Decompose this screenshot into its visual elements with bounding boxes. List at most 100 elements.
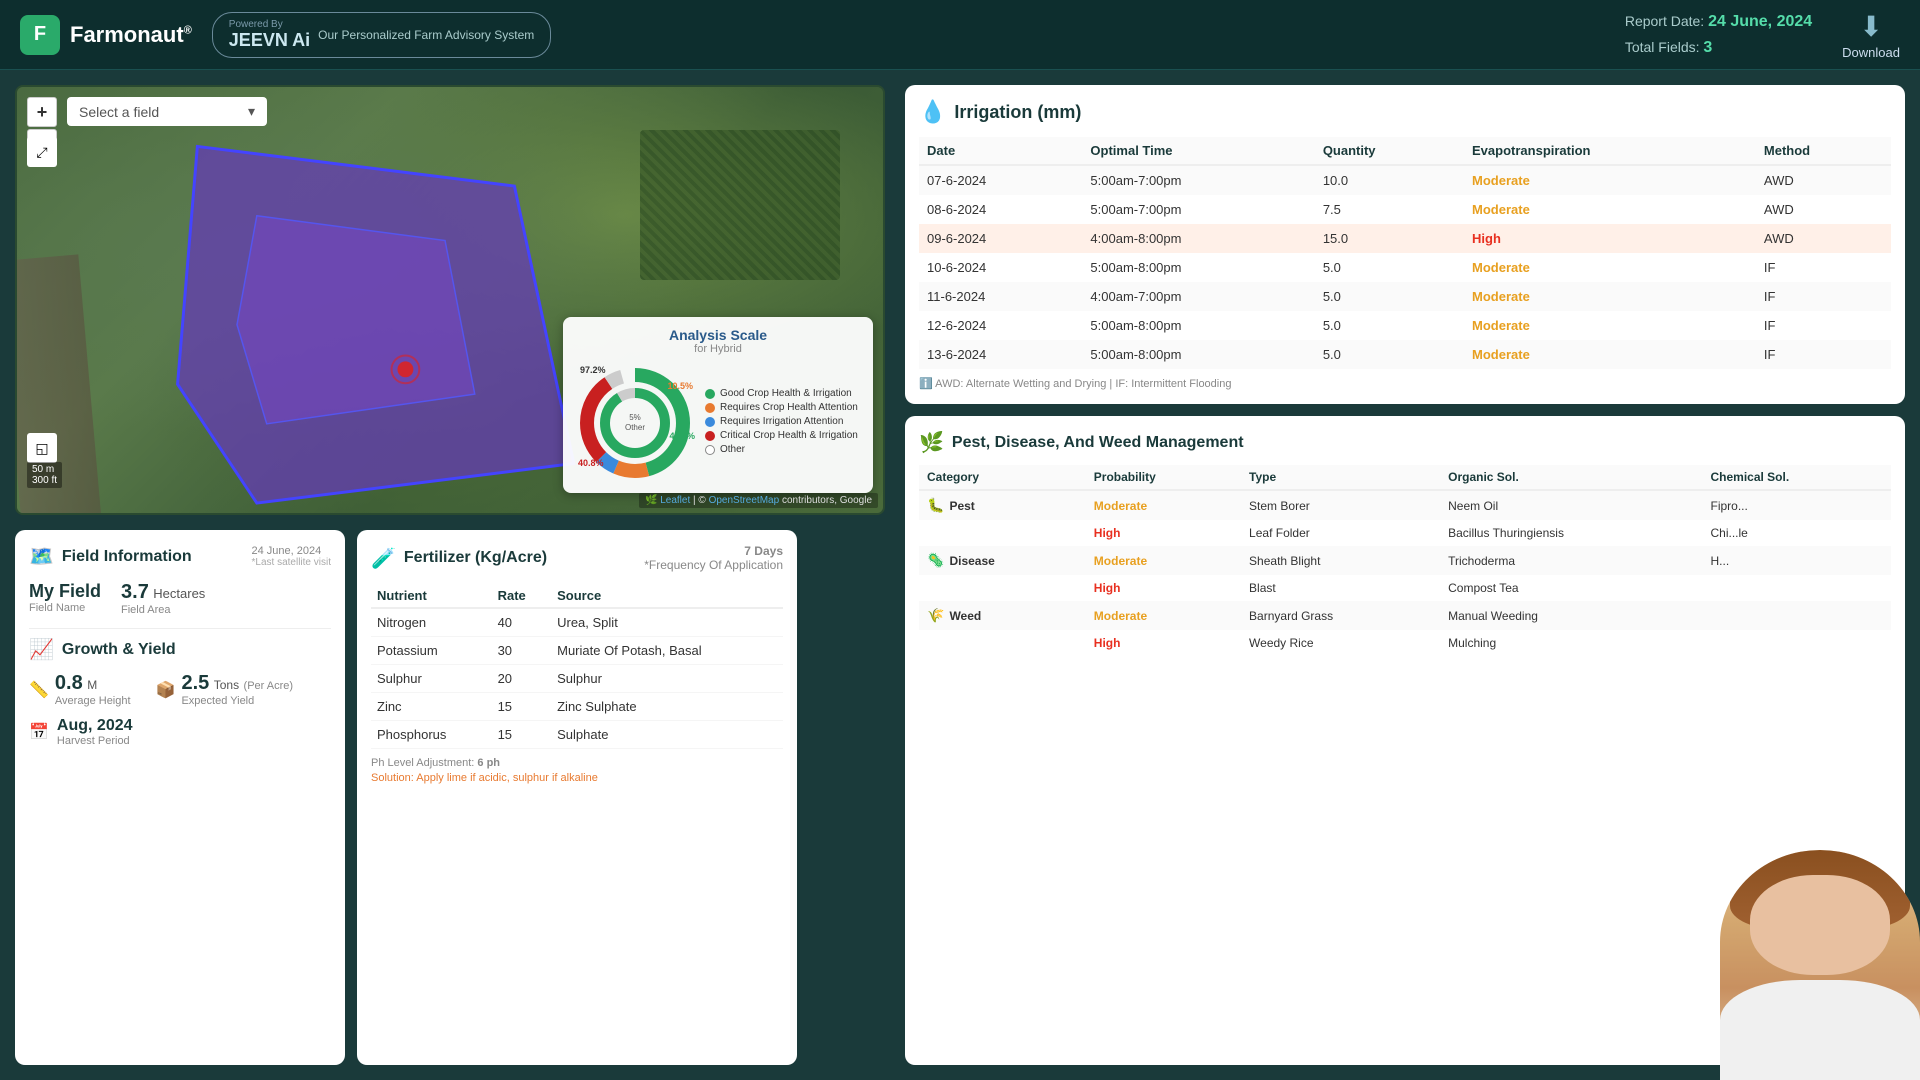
pest-row: 🐛Pest Moderate Stem Borer Neem Oil Fipro… — [919, 490, 1891, 520]
harvest-icon: 📅 — [29, 722, 49, 742]
irrigation-table: Date Optimal Time Quantity Evapotranspir… — [919, 137, 1891, 369]
pest-organic: Compost Tea — [1440, 575, 1702, 601]
legend-dot-requires-irr — [705, 417, 715, 427]
irr-method: AWD — [1756, 224, 1891, 253]
pest-organic: Trichoderma — [1440, 546, 1702, 575]
map-container: Analysis Scale for Hybrid — [15, 85, 885, 515]
irr-method: AWD — [1756, 195, 1891, 224]
fert-nutrient: Nitrogen — [371, 608, 492, 637]
analysis-legend: Good Crop Health & Irrigation Requires C… — [705, 388, 861, 458]
category-icon: 🦠 — [927, 552, 944, 569]
ph-note: Ph Level Adjustment: 6 ph — [371, 757, 783, 769]
fert-rate: 40 — [492, 608, 552, 637]
irr-col-date: Date — [919, 137, 1082, 165]
legend-item-other: Other — [705, 444, 861, 455]
map-background: Analysis Scale for Hybrid — [17, 87, 883, 513]
bottom-row: 🗺️ Field Information 24 June, 2024 *Last… — [0, 530, 900, 1080]
growth-title: Growth & Yield — [62, 641, 176, 659]
irr-qty: 5.0 — [1315, 311, 1464, 340]
irr-row: 11-6-2024 4:00am-7:00pm 5.0 Moderate IF — [919, 282, 1891, 311]
download-icon: ⬇ — [1859, 10, 1882, 43]
field-name-block: My Field Field Name — [29, 581, 101, 614]
analysis-scale-subtitle: for Hybrid — [575, 343, 861, 355]
legend-dot-good — [705, 389, 715, 399]
field-details-row: My Field Field Name 3.7 Hectares Field A… — [29, 581, 331, 616]
fertilizer-header: 🧪 Fertilizer (Kg/Acre) 7 Days *Frequency… — [371, 544, 783, 572]
field-area-block: 3.7 Hectares Field Area — [121, 581, 205, 616]
right-section: 💧 Irrigation (mm) Date Optimal Time Quan… — [900, 70, 1920, 1080]
pest-row: 🌾Weed Moderate Barnyard Grass Manual Wee… — [919, 601, 1891, 630]
pest-category: 🐛Pest — [919, 490, 1086, 520]
pest-icon: 🌿 — [919, 430, 944, 455]
pest-type: Weedy Rice — [1241, 630, 1440, 656]
fert-source: Zinc Sulphate — [551, 693, 783, 721]
irr-evap: High — [1464, 224, 1756, 253]
irr-date: 09-6-2024 — [919, 224, 1082, 253]
irr-method: IF — [1756, 253, 1891, 282]
fert-source: Muriate Of Potash, Basal — [551, 637, 783, 665]
pest-header: 🌿 Pest, Disease, And Weed Management — [919, 430, 1891, 455]
fertilizer-title: Fertilizer (Kg/Acre) — [404, 549, 547, 567]
irr-evap: Moderate — [1464, 311, 1756, 340]
main-content: Analysis Scale for Hybrid — [0, 70, 1920, 1080]
legend-item-good: Good Crop Health & Irrigation — [705, 388, 861, 399]
irr-qty: 5.0 — [1315, 282, 1464, 311]
irr-time: 5:00am-8:00pm — [1082, 311, 1314, 340]
download-button[interactable]: ⬇ Download — [1842, 10, 1900, 60]
pest-chemical: H... — [1702, 546, 1891, 575]
fullscreen-button[interactable]: ⤢ — [27, 137, 57, 167]
irr-method: AWD — [1756, 165, 1891, 195]
pest-row: High Weedy Rice Mulching — [919, 630, 1891, 656]
pest-col-prob: Probability — [1086, 465, 1241, 490]
layer-button[interactable]: ◱ — [27, 433, 57, 463]
yield-metric: 📦 2.5 Tons (Per Acre) Expected Yield — [156, 672, 294, 707]
pest-chemical — [1702, 575, 1891, 601]
zoom-in-button[interactable]: + — [27, 97, 57, 127]
pest-prob: High — [1086, 575, 1241, 601]
logo-text: Farmonaut® — [70, 22, 192, 48]
pest-type: Sheath Blight — [1241, 546, 1440, 575]
irr-time: 4:00am-7:00pm — [1082, 282, 1314, 311]
map-scale: 50 m 300 ft — [27, 462, 62, 488]
legend-dot-requires-crop — [705, 403, 715, 413]
irr-row: 07-6-2024 5:00am-7:00pm 10.0 Moderate AW… — [919, 165, 1891, 195]
irr-qty: 5.0 — [1315, 253, 1464, 282]
fert-row: Nitrogen 40 Urea, Split — [371, 608, 783, 637]
map-attribution: 🌿 Leaflet | © OpenStreetMap contributors… — [639, 493, 878, 508]
irr-method: IF — [1756, 311, 1891, 340]
analysis-scale-title: Analysis Scale — [575, 327, 861, 343]
pest-category — [919, 520, 1086, 546]
irr-evap: Moderate — [1464, 195, 1756, 224]
legend-dot-critical — [705, 431, 715, 441]
yield-icon: 📦 — [156, 680, 176, 700]
pest-type: Leaf Folder — [1241, 520, 1440, 546]
header-right: Report Date: 24 June, 2024 Total Fields:… — [1625, 9, 1900, 60]
powered-by-label: Powered By — [229, 19, 310, 30]
irr-col-qty: Quantity — [1315, 137, 1464, 165]
field-info-header: 🗺️ Field Information 24 June, 2024 *Last… — [29, 544, 331, 569]
download-label: Download — [1842, 45, 1900, 60]
analysis-scale-popup: Analysis Scale for Hybrid — [563, 317, 873, 493]
pest-prob: High — [1086, 630, 1241, 656]
svg-text:Other: Other — [625, 423, 645, 432]
irr-time: 4:00am-8:00pm — [1082, 224, 1314, 253]
pest-panel: 🌿 Pest, Disease, And Weed Management Cat… — [905, 416, 1905, 1065]
jeevn-badge: Powered By JEEVN Ai Our Personalized Far… — [212, 12, 551, 58]
advisory-text: Our Personalized Farm Advisory System — [318, 28, 534, 42]
pest-col-type: Type — [1241, 465, 1440, 490]
field-info-title: Field Information — [62, 548, 192, 566]
legend-dot-other — [705, 445, 715, 455]
irr-time: 5:00am-7:00pm — [1082, 195, 1314, 224]
pest-prob: Moderate — [1086, 546, 1241, 575]
irr-date: 13-6-2024 — [919, 340, 1082, 369]
irr-col-method: Method — [1756, 137, 1891, 165]
irrigation-title: Irrigation (mm) — [954, 102, 1081, 123]
irr-date: 11-6-2024 — [919, 282, 1082, 311]
irr-qty: 10.0 — [1315, 165, 1464, 195]
field-select-bar[interactable]: Select a field ▾ — [67, 97, 267, 126]
fert-rate: 20 — [492, 665, 552, 693]
jeevn-name: JEEVN Ai — [229, 30, 310, 51]
pest-disease-table: Category Probability Type Organic Sol. C… — [919, 465, 1891, 656]
irrigation-note: ℹ️ AWD: Alternate Wetting and Drying | I… — [919, 377, 1891, 390]
irr-date: 07-6-2024 — [919, 165, 1082, 195]
